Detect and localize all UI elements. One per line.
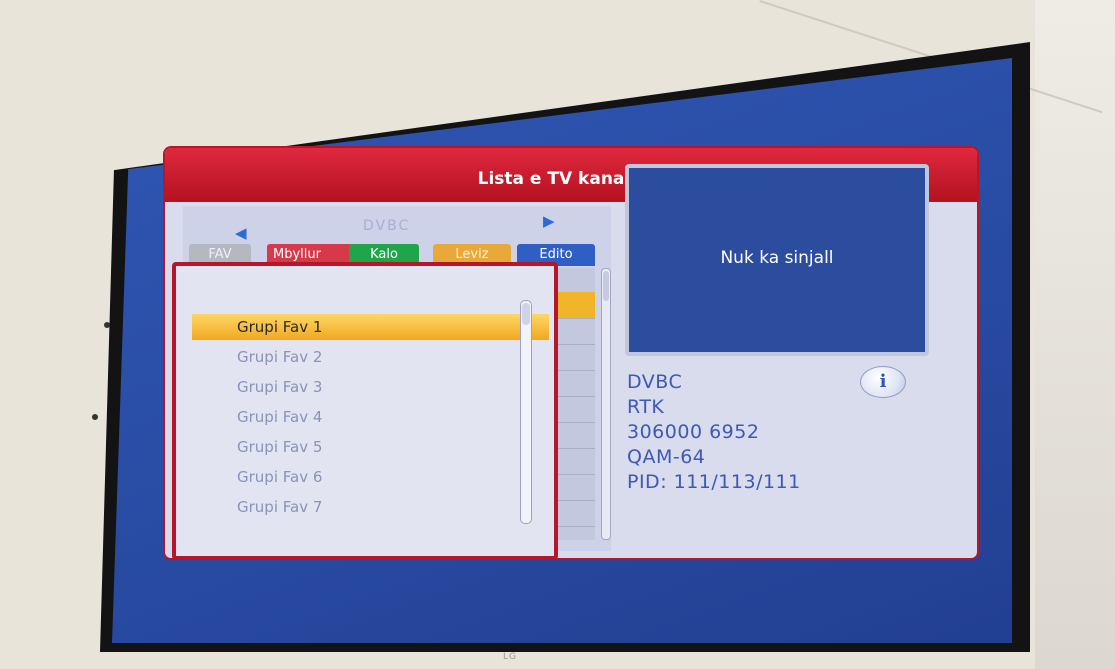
arrow-left-icon[interactable]: ◀	[235, 224, 247, 242]
fav-group-item[interactable]: Grupi Fav 6	[192, 464, 549, 490]
info-frequency: 306000 6952	[627, 421, 760, 443]
popup-scrollbar[interactable]	[520, 300, 532, 524]
fav-group-item[interactable]: Grupi Fav 5	[192, 434, 549, 460]
popup-scrollbar-thumb[interactable]	[522, 303, 530, 325]
wall-right	[1035, 0, 1115, 669]
signal-status: Nuk ka sinjall	[720, 248, 834, 268]
fav-group-item[interactable]: Grupi Fav 1	[192, 314, 549, 340]
video-preview: Nuk ka sinjall	[625, 164, 929, 356]
fav-group-item[interactable]: Grupi Fav 4	[192, 404, 549, 430]
wall-dot	[104, 322, 110, 328]
fav-group-item[interactable]: Grupi Fav 7	[192, 494, 549, 520]
scrollbar-thumb[interactable]	[603, 271, 609, 301]
network-label: DVBC	[363, 218, 411, 234]
arrow-right-icon[interactable]: ▶	[543, 212, 555, 230]
fav-group-item[interactable]: Grupi Fav 3	[192, 374, 549, 400]
channel-info: DVBC RTK 306000 6952 QAM-64 PID: 111/113…	[627, 370, 947, 495]
wall-dot	[92, 414, 98, 420]
tv-logo: LG	[503, 652, 517, 662]
info-provider: RTK	[627, 396, 665, 418]
info-modulation: QAM-64	[627, 446, 706, 468]
info-network: DVBC	[627, 371, 683, 393]
favorite-group-popup: Grupi Fav 1 Grupi Fav 2 Grupi Fav 3 Grup…	[172, 262, 558, 560]
info-pid: PID: 111/113/111	[627, 471, 801, 493]
fav-group-item[interactable]: Grupi Fav 2	[192, 344, 549, 370]
network-selector[interactable]: ◀ DVBC ▶	[183, 210, 611, 242]
channel-list-scrollbar[interactable]	[601, 268, 611, 540]
